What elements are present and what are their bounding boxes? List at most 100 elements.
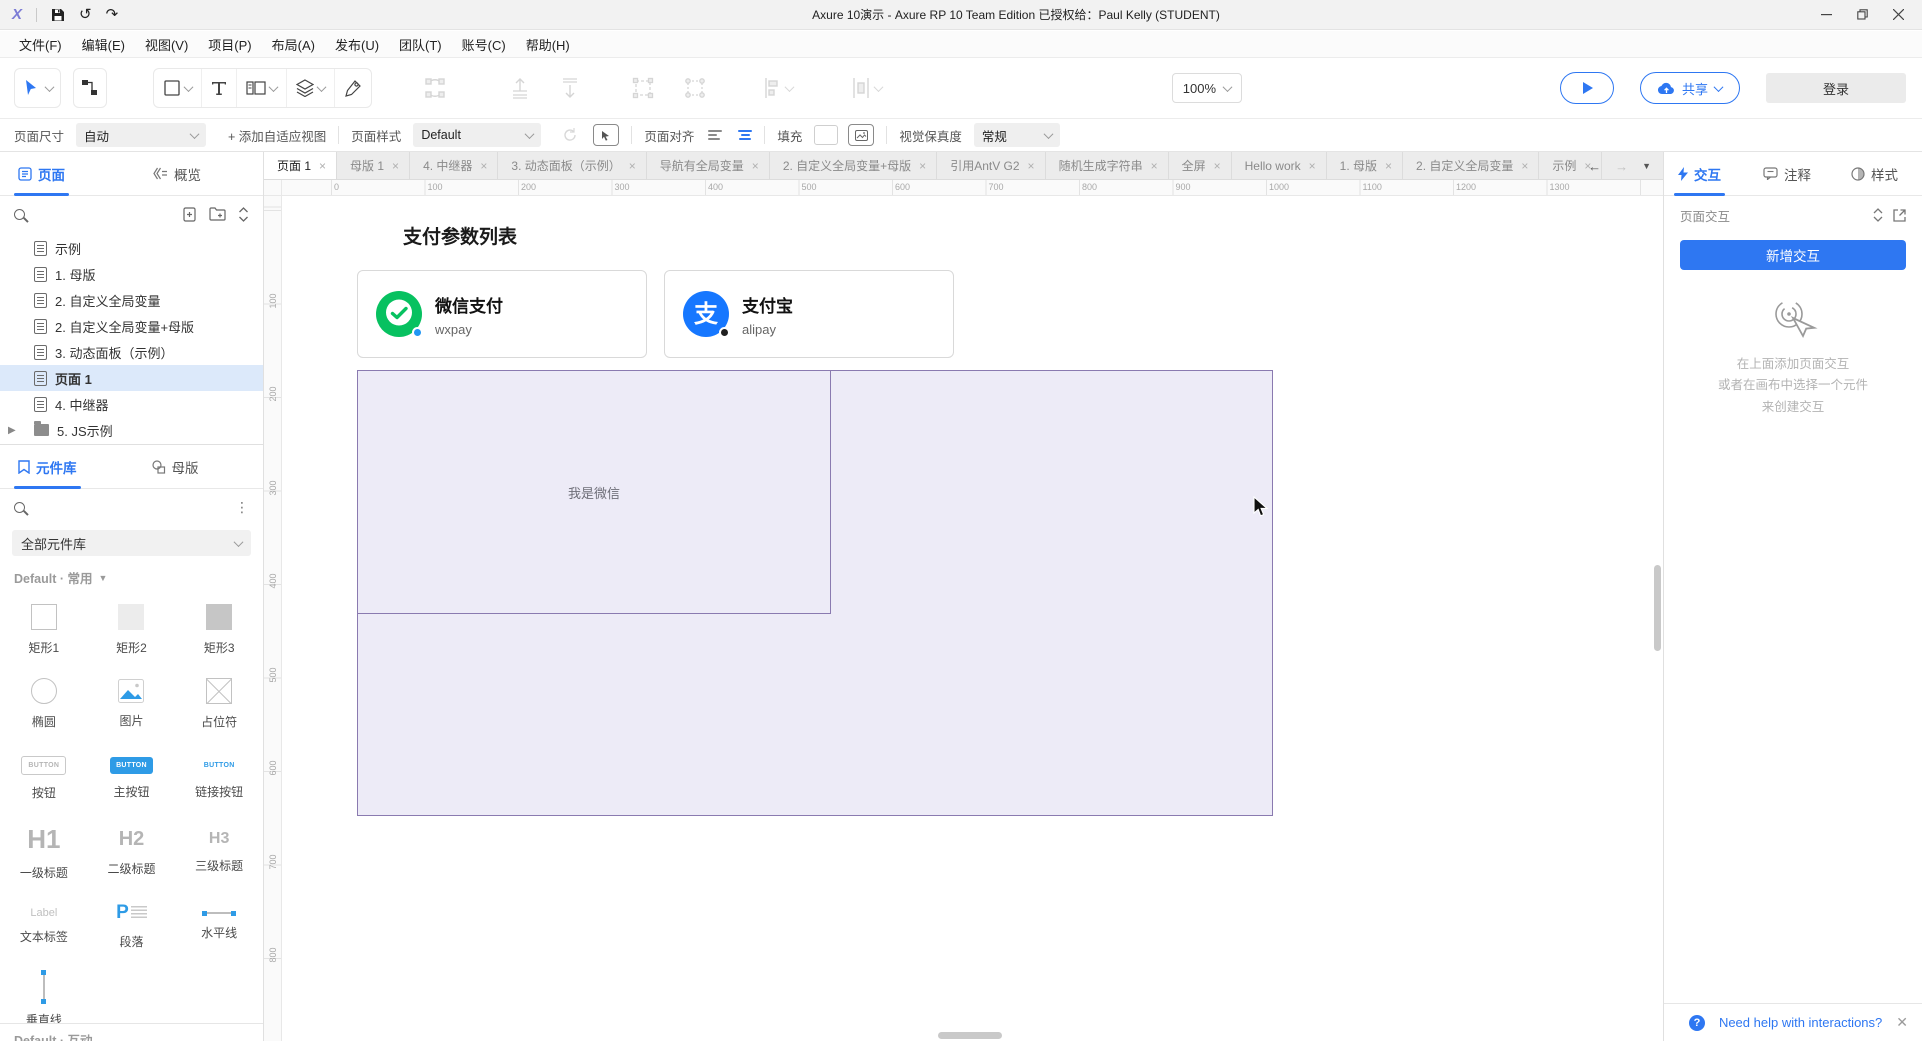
zoom-level-select[interactable]: 100% bbox=[1171, 73, 1242, 103]
close-icon[interactable]: × bbox=[1151, 159, 1158, 173]
close-icon[interactable]: × bbox=[1385, 159, 1392, 173]
tab-interactions[interactable]: 交互 bbox=[1674, 152, 1725, 196]
close-icon[interactable]: ✕ bbox=[1896, 1014, 1908, 1031]
document-tab[interactable]: 导航有全局变量 × bbox=[647, 152, 770, 179]
rectangle-tool-button[interactable] bbox=[154, 69, 201, 107]
save-icon[interactable] bbox=[51, 8, 65, 22]
page-canvas[interactable]: 支付参数列表 微信支付 wxpay 支 支付宝 alipay 我是微信 bbox=[282, 196, 1663, 1041]
chevron-down-icon[interactable] bbox=[316, 81, 327, 92]
tab-widgets[interactable]: 元件库 bbox=[14, 445, 81, 489]
canvas-heading[interactable]: 支付参数列表 bbox=[403, 222, 517, 249]
document-tab[interactable]: 全屏 × bbox=[1169, 152, 1232, 179]
chevron-down-icon[interactable] bbox=[268, 81, 279, 92]
close-icon[interactable]: × bbox=[919, 159, 926, 173]
close-icon[interactable]: × bbox=[319, 159, 326, 173]
dynamic-panel-state[interactable]: 我是微信 bbox=[357, 370, 831, 614]
widget-h1[interactable]: H1 一级标题 bbox=[0, 815, 88, 889]
chevron-down-icon[interactable] bbox=[183, 81, 194, 92]
document-tab[interactable]: 引用AntV G2 × bbox=[937, 152, 1046, 179]
tab-pages[interactable]: 页面 bbox=[14, 152, 69, 196]
widget-paragraph[interactable]: P 段落 bbox=[88, 889, 176, 963]
tab-scroll-left-icon[interactable]: ← bbox=[1588, 159, 1601, 174]
add-adaptive-view-button[interactable]: + 添加自适应视图 bbox=[228, 126, 326, 145]
text-tool-button[interactable] bbox=[201, 69, 236, 107]
menu-item[interactable]: 发布(U) bbox=[326, 31, 388, 58]
collapse-expand-icon[interactable] bbox=[1873, 208, 1883, 222]
fill-color-swatch[interactable] bbox=[814, 125, 839, 145]
vertical-scrollbar[interactable] bbox=[1654, 565, 1661, 651]
widget-button[interactable]: BUTTON 按钮 bbox=[0, 741, 88, 815]
add-folder-button[interactable] bbox=[209, 207, 226, 221]
tab-overview[interactable]: 概览 bbox=[149, 152, 205, 195]
share-button[interactable]: 共享 bbox=[1640, 72, 1740, 104]
document-tab[interactable]: 1. 母版 × bbox=[1327, 152, 1404, 179]
close-icon[interactable]: × bbox=[752, 159, 759, 173]
document-tab[interactable]: 母版 1 × bbox=[337, 152, 411, 179]
minimize-button[interactable] bbox=[1812, 3, 1840, 27]
search-icon[interactable] bbox=[14, 208, 25, 220]
select-tool-button[interactable] bbox=[14, 68, 61, 108]
fidelity-select[interactable]: 常规 bbox=[973, 123, 1060, 147]
page-tree-item[interactable]: ▶ 2. 自定义全局变量 bbox=[0, 287, 263, 313]
close-icon[interactable]: × bbox=[1028, 159, 1035, 173]
document-tab[interactable]: 2. 自定义全局变量 × bbox=[1403, 152, 1540, 179]
connector-tool-button[interactable] bbox=[73, 68, 107, 108]
page-tree-item[interactable]: ▶ 页面 1 bbox=[0, 365, 263, 391]
widget-text-label[interactable]: Label 文本标签 bbox=[0, 889, 88, 963]
page-tree-item[interactable]: ▶ 1. 母版 bbox=[0, 261, 263, 287]
library-section-header[interactable]: Default · 常用 ▼ bbox=[14, 568, 263, 587]
align-page-left-button[interactable] bbox=[708, 130, 723, 140]
document-tab[interactable]: 随机生成字符串 × bbox=[1046, 152, 1169, 179]
horizontal-scrollbar[interactable] bbox=[938, 1032, 1002, 1039]
close-icon[interactable]: × bbox=[1309, 159, 1316, 173]
widget-image[interactable]: 图片 bbox=[88, 667, 176, 741]
library-select[interactable]: 全部元件库 bbox=[12, 530, 251, 556]
chevron-down-icon[interactable] bbox=[44, 81, 55, 92]
login-button[interactable]: 登录 bbox=[1766, 73, 1906, 103]
page-tree-item[interactable]: ▶ 2. 自定义全局变量+母版 bbox=[0, 313, 263, 339]
document-tab[interactable]: 页面 1 × bbox=[264, 152, 338, 179]
widget-rect3[interactable]: 矩形3 bbox=[175, 593, 263, 667]
document-tab[interactable]: 3. 动态面板（示例） × bbox=[498, 152, 647, 179]
close-icon[interactable]: × bbox=[392, 159, 399, 173]
tab-styles[interactable]: 样式 bbox=[1847, 152, 1902, 195]
close-icon[interactable]: × bbox=[1214, 159, 1221, 173]
menu-item[interactable]: 帮助(H) bbox=[517, 31, 579, 58]
widget-rect2[interactable]: 矩形2 bbox=[88, 593, 176, 667]
document-tab[interactable]: Hello work × bbox=[1232, 152, 1327, 179]
tab-masters[interactable]: 母版 bbox=[147, 445, 203, 488]
page-size-select[interactable]: 自动 bbox=[76, 123, 207, 147]
library-section-header-interactive[interactable]: Default · 互动 bbox=[0, 1023, 263, 1041]
page-tree-item[interactable]: ▶ 5. JS示例 bbox=[0, 417, 263, 443]
widget-rect1[interactable]: 矩形1 bbox=[0, 593, 88, 667]
layers-tool-button[interactable] bbox=[286, 69, 334, 107]
add-interaction-button[interactable]: 新增交互 bbox=[1680, 240, 1906, 270]
expander-icon[interactable]: ▶ bbox=[8, 425, 16, 436]
close-button[interactable] bbox=[1884, 3, 1912, 27]
page-tree-item[interactable]: ▶ 示例 bbox=[0, 235, 263, 261]
undo-icon[interactable]: ↺ bbox=[79, 7, 92, 22]
wechat-pay-card[interactable]: 微信支付 wxpay bbox=[357, 270, 647, 358]
alipay-card[interactable]: 支 支付宝 alipay bbox=[664, 270, 954, 358]
menu-item[interactable]: 视图(V) bbox=[136, 31, 197, 58]
menu-item[interactable]: 团队(T) bbox=[390, 31, 451, 58]
widget-primary-button[interactable]: BUTTON 主按钮 bbox=[88, 741, 176, 815]
page-tree-item[interactable]: ▶ 3. 动态面板（示例） bbox=[0, 339, 263, 365]
add-page-button[interactable] bbox=[182, 206, 197, 222]
document-tab[interactable]: 4. 中继器 × bbox=[410, 152, 499, 179]
align-page-center-button[interactable] bbox=[738, 130, 753, 140]
search-icon[interactable] bbox=[14, 501, 25, 513]
page-tree-item[interactable]: ▶ 4. 中继器 bbox=[0, 391, 263, 417]
widget-link-button[interactable]: BUTTON 链接按钮 bbox=[175, 741, 263, 815]
help-link[interactable]: Need help with interactions? bbox=[1719, 1015, 1882, 1030]
page-style-select[interactable]: Default bbox=[413, 123, 542, 147]
restore-button[interactable] bbox=[1848, 3, 1876, 27]
menu-item[interactable]: 账号(C) bbox=[453, 31, 515, 58]
menu-item[interactable]: 项目(P) bbox=[199, 31, 260, 58]
widget-hline[interactable]: 水平线 bbox=[175, 889, 263, 963]
tab-list-icon[interactable]: ▼ bbox=[1642, 161, 1651, 171]
close-icon[interactable]: × bbox=[629, 159, 636, 173]
widget-h3[interactable]: H3 三级标题 bbox=[175, 815, 263, 889]
menu-item[interactable]: 布局(A) bbox=[263, 31, 324, 58]
widget-h2[interactable]: H2 二级标题 bbox=[88, 815, 176, 889]
